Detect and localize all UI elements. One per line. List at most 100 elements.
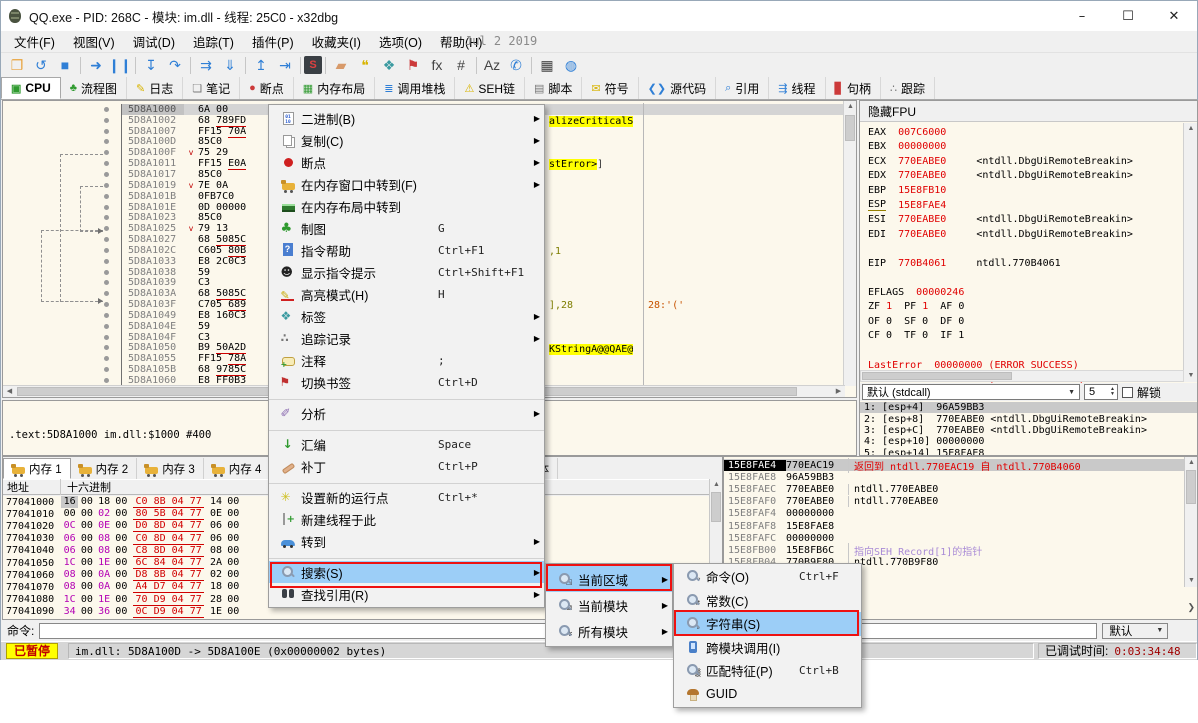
close-button[interactable]: ✕	[1151, 1, 1197, 31]
breakpoint-dot-icon[interactable]	[104, 280, 109, 285]
menubar-item[interactable]: 选项(O)	[370, 30, 431, 53]
toolbar-button[interactable]: ⇓	[218, 54, 242, 76]
context-menu-item[interactable]: 追踪记录▶	[269, 327, 544, 349]
register-row[interactable]	[860, 270, 1184, 285]
submenu-item[interactable]: ✲所有模块▶	[546, 618, 672, 644]
stack-row[interactable]: 15E8FB0015E8FB6C指向SEH_Record[1]的指针	[724, 544, 1184, 556]
toolbar-button[interactable]: Az	[480, 54, 504, 76]
context-menu-item[interactable]	[269, 552, 544, 561]
view-tab[interactable]: ≣调用堆栈	[375, 77, 455, 99]
submenu-item[interactable]: ▒匹配特征(P)Ctrl+B	[674, 659, 861, 683]
toolbar-button[interactable]	[77, 54, 84, 76]
toolbar-button[interactable]: ❝	[353, 54, 377, 76]
view-tab[interactable]: ⌕引用	[716, 77, 769, 99]
toolbar-button[interactable]	[528, 54, 535, 76]
stack-vertical-scrollbar[interactable]: ▲ ▼	[1184, 457, 1197, 587]
breakpoint-dot-icon[interactable]	[104, 237, 109, 242]
context-menu-item[interactable]: 查找引用(R)▶	[269, 583, 544, 605]
argument-count-stepper[interactable]: 5▲▼	[1084, 384, 1118, 400]
view-tab[interactable]: ❮❯源代码	[639, 77, 716, 99]
context-menu-item[interactable]: 在内存窗口中转到(F)▶	[269, 173, 544, 195]
toolbar-button[interactable]: ⚑	[401, 54, 425, 76]
toolbar-button[interactable]: ↷	[163, 54, 187, 76]
dump-tab[interactable]: 内存 3	[137, 458, 204, 479]
context-menu-item[interactable]	[269, 393, 544, 402]
breakpoint-dot-icon[interactable]	[104, 378, 109, 383]
disasm-vertical-scrollbar[interactable]: ▲	[843, 101, 856, 386]
register-row[interactable]: EAX 007C6000	[860, 125, 1184, 140]
context-menu-item[interactable]: 在内存布局中转到	[269, 195, 544, 217]
breakpoint-dot-icon[interactable]	[104, 302, 109, 307]
register-row[interactable]: CF 0 TF 0 IF 1	[860, 329, 1184, 344]
toolbar-button[interactable]: #	[449, 54, 473, 76]
register-row[interactable]: EIP 770B4061 ntdll.770B4061	[860, 256, 1184, 271]
register-row[interactable]: EFLAGS 00000246	[860, 285, 1184, 300]
context-menu-item[interactable]: 注释;	[269, 349, 544, 371]
breakpoint-dot-icon[interactable]	[104, 259, 109, 264]
submenu-item[interactable]: #常数(C)	[674, 589, 861, 613]
submenu-item[interactable]: ⊠当前模块▶	[546, 592, 672, 618]
breakpoint-dot-icon[interactable]	[104, 161, 109, 166]
register-row[interactable]	[860, 241, 1184, 256]
breakpoint-dot-icon[interactable]	[104, 172, 109, 177]
view-tab[interactable]: ⇶线程	[769, 77, 825, 99]
register-row[interactable]: EBX 00000000	[860, 140, 1184, 155]
toolbar-button[interactable]: ↥	[249, 54, 273, 76]
context-menu-item[interactable]: 搜索(S)▶	[269, 561, 544, 583]
view-tab[interactable]: ∴跟踪	[881, 77, 935, 99]
register-row[interactable]: EBP 15E8FB10	[860, 183, 1184, 198]
breakpoint-dot-icon[interactable]	[104, 226, 109, 231]
stack-row[interactable]: 15E8FAF0770EABE0ntdll.770EABE0	[724, 496, 1184, 508]
stack-horizontal-arrow-icon[interactable]: ❯	[1187, 602, 1195, 613]
view-tab[interactable]: ▊句柄	[826, 77, 881, 99]
register-row[interactable]: ESP 15E8FAE4	[860, 198, 1184, 213]
toolbar-button[interactable]: ⇥	[273, 54, 297, 76]
toolbar-button[interactable]: ❐	[5, 54, 29, 76]
toolbar-button[interactable]: S	[304, 56, 322, 74]
context-menu-item[interactable]: 标签▶	[269, 305, 544, 327]
toolbar-button[interactable]: ❙❙	[108, 54, 132, 76]
call-argument-row[interactable]: 4: [esp+10] 00000000	[860, 436, 1198, 447]
context-menu-item[interactable]: 指令帮助Ctrl+F1	[269, 239, 544, 261]
toolbar-button[interactable]: ■	[53, 54, 77, 76]
breakpoint-dot-icon[interactable]	[104, 215, 109, 220]
submenu-item[interactable]: „字符串(S)	[674, 612, 861, 636]
context-menu-item[interactable]: 补丁Ctrl+P	[269, 455, 544, 477]
context-menu-item[interactable]: 制图G	[269, 217, 544, 239]
registers-horizontal-scrollbar[interactable]	[860, 370, 1184, 382]
view-tab[interactable]: ▤脚本	[525, 77, 582, 99]
context-menu-item[interactable]: 高亮模式(H)H	[269, 283, 544, 305]
dump-tab[interactable]: 内存 2	[71, 458, 138, 479]
toolbar-button[interactable]	[297, 54, 304, 76]
view-tab[interactable]: ❏笔记	[183, 77, 240, 99]
context-menu-item[interactable]: 设置新的运行点Ctrl+*	[269, 486, 544, 508]
view-tab[interactable]: ✎日志	[127, 77, 183, 99]
menubar-item[interactable]: 调试(D)	[124, 30, 184, 53]
view-tab[interactable]: ✉符号	[582, 77, 638, 99]
register-row[interactable]: ECX 770EABE0 <ntdll.DbgUiRemoteBreakin>	[860, 154, 1184, 169]
view-tab[interactable]: ♣流程图	[61, 77, 127, 99]
toolbar-button[interactable]	[473, 54, 480, 76]
submenu-item[interactable]: 跨模块调用(I)	[674, 636, 861, 660]
register-row[interactable]	[860, 343, 1184, 358]
register-row[interactable]: OF 0 SF 0 DF 0	[860, 314, 1184, 329]
breakpoint-dot-icon[interactable]	[104, 248, 109, 253]
toolbar-button[interactable]	[187, 54, 194, 76]
toolbar-button[interactable]: ↧	[139, 54, 163, 76]
toolbar-button[interactable]	[132, 54, 139, 76]
call-argument-row[interactable]: 5: [esp+14] 15E8FAE8	[860, 447, 1198, 456]
registers-vertical-scrollbar[interactable]: ▲ ▼	[1183, 123, 1197, 382]
submenu-item[interactable]: GUID	[674, 683, 861, 707]
context-menu-item[interactable]: 二进制(B)▶	[269, 107, 544, 129]
stack-row[interactable]: 15E8FAF815E8FAE8	[724, 520, 1184, 532]
breakpoint-dot-icon[interactable]	[104, 194, 109, 199]
breakpoint-dot-icon[interactable]	[104, 129, 109, 134]
call-argument-row[interactable]: 1: [esp+4] 96A59BB3	[860, 402, 1198, 413]
breakpoint-dot-icon[interactable]	[104, 270, 109, 275]
toolbar-button[interactable]	[242, 54, 249, 76]
unlock-checkbox[interactable]	[1122, 387, 1133, 398]
breakpoint-dot-icon[interactable]	[104, 324, 109, 329]
call-argument-row[interactable]: 3: [esp+C] 770EABE0 <ntdll.DbgUiRemoteBr…	[860, 425, 1198, 436]
context-menu-item[interactable]: 断点▶	[269, 151, 544, 173]
context-menu-item[interactable]: 汇编Space	[269, 433, 544, 455]
